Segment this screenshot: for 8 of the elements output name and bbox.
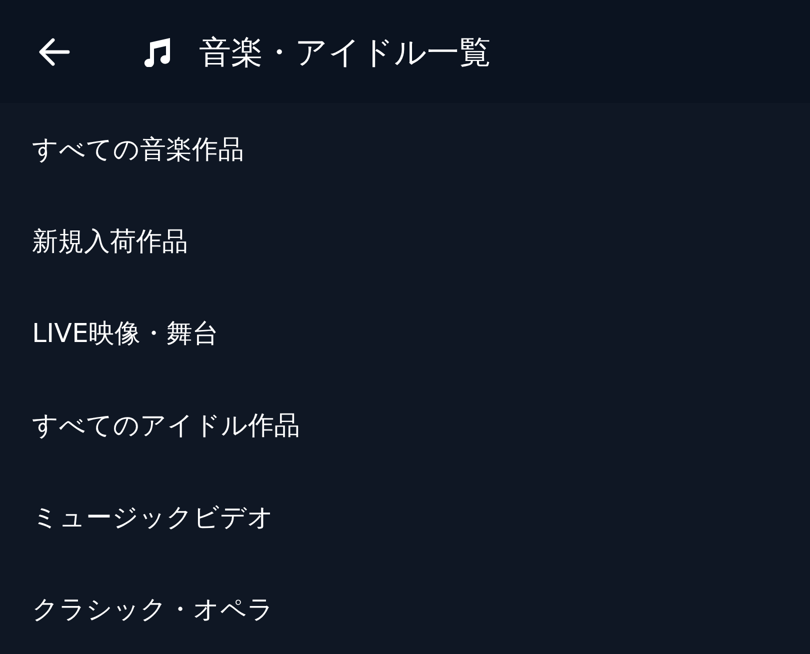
category-link[interactable]: LIVE映像・舞台	[0, 287, 226, 379]
category-link[interactable]: 新規入荷作品	[0, 195, 196, 287]
back-arrow-icon	[38, 38, 70, 66]
category-link[interactable]: クラシック・オペラ	[0, 563, 282, 654]
category-link[interactable]: すべての音楽作品	[0, 103, 252, 195]
category-link[interactable]: すべてのアイドル作品	[0, 379, 308, 471]
category-link[interactable]: ミュージックビデオ	[0, 471, 282, 563]
page-title: 音楽・アイドル一覧	[199, 32, 491, 72]
